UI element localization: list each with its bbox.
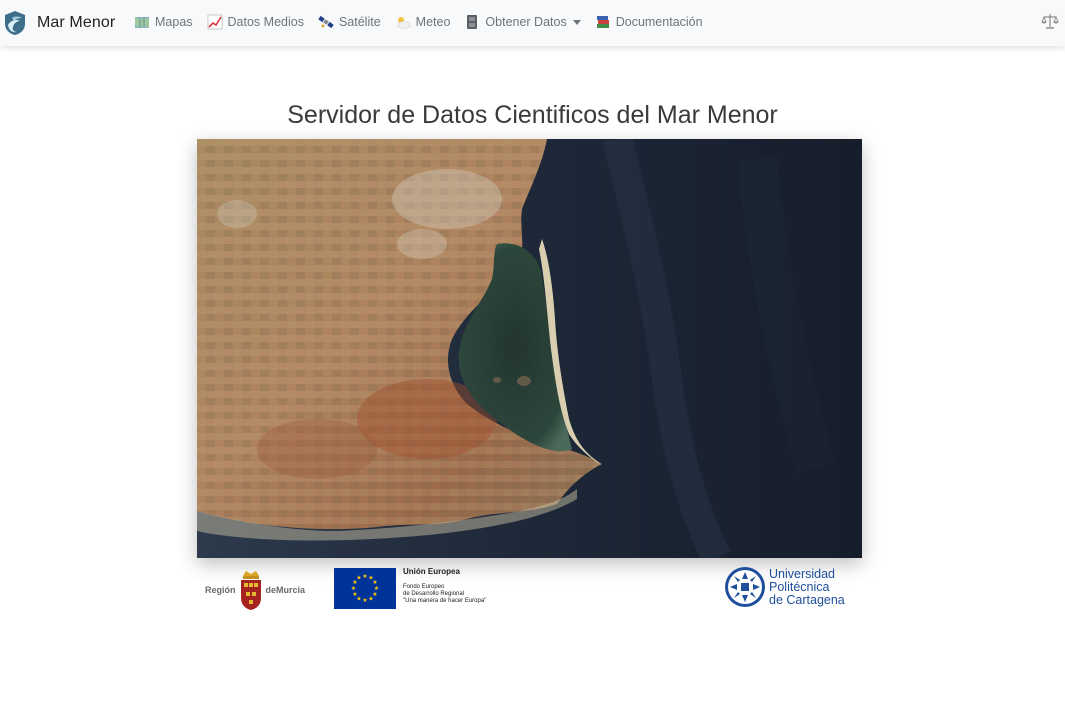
map-icon xyxy=(135,17,149,28)
nav-satelite[interactable]: Satélite xyxy=(318,14,381,30)
upct-logo: Universidad Politécnica de Cartagena xyxy=(724,566,845,608)
scale-icon[interactable] xyxy=(1041,12,1059,30)
navbar: Mar Menor Mapas Datos Medios Satélite Me… xyxy=(0,0,1065,46)
sponsor-logos: Región deMurcia ★ ★ ★ ★ ★ ★ ★ ★ ★ ★ ★ ★ … xyxy=(197,562,862,618)
nav-datos-medios-label: Datos Medios xyxy=(227,15,304,29)
brand-name: Mar Menor xyxy=(37,14,116,31)
file-cabinet-icon xyxy=(467,15,478,29)
page-title: Servidor de Datos Cientificos del Mar Me… xyxy=(287,101,778,129)
svg-text:★: ★ xyxy=(362,573,367,580)
eu-line-3: "Una manera de hacer Europa" xyxy=(403,598,487,604)
svg-text:★: ★ xyxy=(356,575,361,582)
upct-line-1: Universidad xyxy=(769,566,836,581)
murcia-text-left: Región xyxy=(205,585,236,595)
main-nav: Mapas Datos Medios Satélite Meteo Obtene… xyxy=(134,11,717,33)
nav-mapas[interactable]: Mapas xyxy=(134,14,193,30)
brand-link[interactable]: Mar Menor xyxy=(4,8,115,38)
cloud-icon xyxy=(397,17,410,29)
murcia-text-right: deMurcia xyxy=(265,585,306,595)
nav-obtener-datos-dropdown[interactable]: Obtener Datos xyxy=(464,14,581,30)
svg-text:★: ★ xyxy=(368,596,373,603)
region-murcia-logo: Región deMurcia xyxy=(205,568,305,612)
nav-datos-medios[interactable]: Datos Medios xyxy=(207,14,304,30)
satellite-image xyxy=(197,139,862,558)
svg-text:★: ★ xyxy=(362,597,367,604)
chevron-down-icon xyxy=(572,19,581,25)
upct-line-3: de Cartagena xyxy=(769,592,845,607)
murcia-coat-of-arms-icon xyxy=(240,571,261,610)
mar-menor-logo-icon xyxy=(5,11,25,35)
nav-documentacion[interactable]: Documentación xyxy=(595,14,703,30)
books-icon xyxy=(596,16,609,28)
nav-meteo[interactable]: Meteo xyxy=(395,14,451,30)
svg-text:★: ★ xyxy=(351,585,356,592)
satellite-icon xyxy=(318,15,334,29)
nav-obtener-datos-label: Obtener Datos xyxy=(485,15,567,29)
nav-documentacion-label: Documentación xyxy=(615,15,703,29)
eu-line-1: Fondo Europeo xyxy=(403,584,445,590)
nav-mapas-label: Mapas xyxy=(155,15,193,29)
nav-satelite-label: Satélite xyxy=(338,15,381,29)
upct-text-block: Universidad Politécnica de Cartagena xyxy=(769,566,845,607)
eu-text-block: Unión Europea Fondo Europeo de Desarroll… xyxy=(403,568,486,609)
eu-title: Unión Europea xyxy=(403,567,460,576)
upct-emblem-icon xyxy=(725,567,765,607)
upct-line-2: Politécnica xyxy=(769,579,830,594)
eu-feder-logo: ★ ★ ★ ★ ★ ★ ★ ★ ★ ★ ★ ★ Unión Europea Fo… xyxy=(334,568,486,609)
nav-meteo-label: Meteo xyxy=(415,15,451,29)
eu-line-2: de Desarrollo Regional xyxy=(403,591,465,597)
svg-text:★: ★ xyxy=(352,591,357,598)
eu-flag-icon: ★ ★ ★ ★ ★ ★ ★ ★ ★ ★ ★ ★ xyxy=(334,568,396,609)
chart-icon xyxy=(207,14,222,30)
